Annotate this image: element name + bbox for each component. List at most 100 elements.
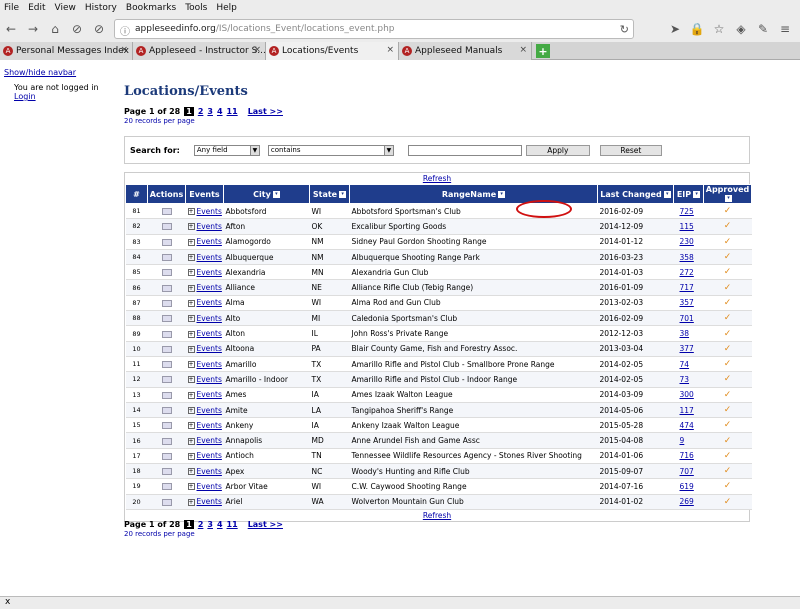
events-link[interactable]: Events (197, 268, 222, 277)
pager-link[interactable]: 3 (207, 107, 213, 116)
send-icon[interactable]: ➤ (664, 18, 686, 40)
events-link[interactable]: Events (197, 375, 222, 384)
view-record-icon[interactable] (161, 422, 172, 430)
expand-icon[interactable]: + (187, 437, 195, 445)
events-link[interactable]: Events (197, 329, 222, 338)
events-link[interactable]: Events (197, 298, 222, 307)
sort-icon[interactable]: ▾ (725, 195, 732, 202)
expand-icon[interactable]: + (187, 407, 195, 414)
col-header-last-changed[interactable]: Last Changed ▾ (597, 184, 674, 204)
sort-icon[interactable]: ▾ (272, 190, 280, 198)
expand-icon[interactable]: + (187, 223, 195, 231)
events-link[interactable]: Events (197, 421, 222, 430)
eip-link[interactable]: 74 (680, 360, 690, 369)
expand-icon[interactable]: + (187, 376, 195, 384)
menu-tools[interactable]: Tools (185, 3, 207, 13)
expand-icon[interactable]: + (187, 483, 195, 491)
view-record-icon[interactable] (161, 407, 172, 414)
back-icon[interactable]: ← (0, 18, 22, 40)
eip-link[interactable]: 619 (680, 482, 694, 491)
expand-icon[interactable]: + (187, 254, 195, 262)
pager-link[interactable]: 2 (198, 520, 204, 529)
expand-icon[interactable]: + (187, 468, 195, 476)
view-record-icon[interactable] (161, 376, 172, 384)
eip-link[interactable]: 716 (680, 451, 694, 460)
menu-bookmarks[interactable]: Bookmarks (126, 3, 176, 13)
tab-locations-events[interactable]: A Locations/Events × (266, 42, 399, 60)
view-record-icon[interactable] (161, 330, 172, 338)
sort-icon[interactable]: ▾ (693, 190, 701, 198)
reload-icon[interactable]: ↻ (620, 23, 629, 36)
tab-personal-messages[interactable]: A Personal Messages Index × (0, 42, 133, 60)
expand-icon[interactable]: + (187, 452, 195, 460)
col-header-eip[interactable]: EIP ▾ (673, 184, 704, 204)
search-input[interactable] (407, 144, 522, 156)
expand-icon[interactable]: + (187, 269, 195, 277)
pager-link[interactable]: 3 (207, 520, 213, 529)
col-header-rangename[interactable]: RangeName ▾ (349, 184, 598, 204)
view-record-icon[interactable] (161, 254, 172, 262)
eip-link[interactable]: 38 (680, 329, 690, 338)
eip-link[interactable]: 377 (680, 344, 694, 353)
view-record-icon[interactable] (161, 361, 172, 369)
menu-icon[interactable]: ≡ (774, 18, 796, 40)
events-link[interactable]: Events (197, 390, 222, 399)
addon2-icon[interactable]: ⊘ (88, 18, 110, 40)
view-record-icon[interactable] (161, 315, 172, 323)
eip-link[interactable]: 269 (680, 497, 694, 506)
url-bar[interactable]: ⓘ appleseedinfo.org/IS/locations_Event/l… (114, 19, 634, 39)
reset-button[interactable]: Reset (599, 144, 662, 156)
pager-last-link[interactable]: Last >> (248, 520, 283, 529)
expand-icon[interactable]: + (187, 238, 195, 246)
events-link[interactable]: Events (197, 436, 222, 445)
close-icon[interactable]: × (120, 45, 128, 55)
status-close-icon[interactable]: x (5, 597, 10, 607)
view-record-icon[interactable] (161, 452, 172, 460)
toggle-navbar-link[interactable]: Show/hide navbar (4, 68, 76, 77)
events-link[interactable]: Events (197, 237, 222, 246)
events-link[interactable]: Events (197, 344, 222, 353)
apply-button[interactable]: Apply (525, 144, 590, 156)
menu-file[interactable]: File (4, 3, 19, 13)
expand-icon[interactable]: + (187, 422, 195, 430)
eip-link[interactable]: 117 (680, 406, 694, 415)
tab-instructor[interactable]: A Appleseed - Instructor S... × (133, 42, 266, 60)
info-icon[interactable]: ⓘ (120, 23, 130, 38)
eip-link[interactable]: 272 (680, 268, 694, 277)
pager-link[interactable]: 4 (217, 520, 223, 529)
close-icon[interactable]: × (253, 45, 261, 55)
col-header-city[interactable]: City ▾ (223, 184, 310, 204)
sort-icon[interactable]: ▾ (339, 190, 347, 198)
expand-icon[interactable]: + (187, 208, 195, 216)
records-per-page-link[interactable]: 20 records per page (124, 117, 750, 125)
refresh-link[interactable]: Refresh (423, 174, 451, 183)
pager-link[interactable]: 4 (217, 107, 223, 116)
eip-link[interactable]: 357 (680, 298, 694, 307)
view-record-icon[interactable] (161, 208, 172, 216)
lock-icon[interactable]: 🔒 (686, 18, 708, 40)
expand-icon[interactable]: + (187, 361, 195, 369)
eip-link[interactable]: 115 (680, 222, 694, 231)
new-tab-plus-icon[interactable]: + (536, 44, 550, 58)
eip-link[interactable]: 725 (680, 207, 694, 216)
view-record-icon[interactable] (161, 483, 172, 491)
eip-link[interactable]: 707 (680, 467, 694, 476)
sort-icon[interactable]: ▾ (663, 190, 671, 198)
pager-last-link[interactable]: Last >> (248, 107, 283, 116)
expand-icon[interactable]: + (187, 315, 195, 323)
pager-link[interactable]: 11 (227, 520, 238, 529)
sort-icon[interactable]: ▾ (498, 190, 506, 198)
view-record-icon[interactable] (161, 391, 172, 399)
home-icon[interactable]: ⌂ (44, 18, 66, 40)
forward-icon[interactable]: → (22, 18, 44, 40)
expand-icon[interactable]: + (187, 498, 195, 506)
wrench-icon[interactable]: ✎ (752, 18, 774, 40)
events-link[interactable]: Events (197, 451, 222, 460)
view-record-icon[interactable] (161, 498, 172, 506)
search-field-select[interactable]: Any field ▼ (193, 144, 260, 156)
events-link[interactable]: Events (197, 482, 222, 491)
view-record-icon[interactable] (161, 468, 172, 476)
eip-link[interactable]: 474 (680, 421, 694, 430)
close-icon[interactable]: × (386, 45, 394, 55)
events-link[interactable]: Events (197, 497, 222, 506)
